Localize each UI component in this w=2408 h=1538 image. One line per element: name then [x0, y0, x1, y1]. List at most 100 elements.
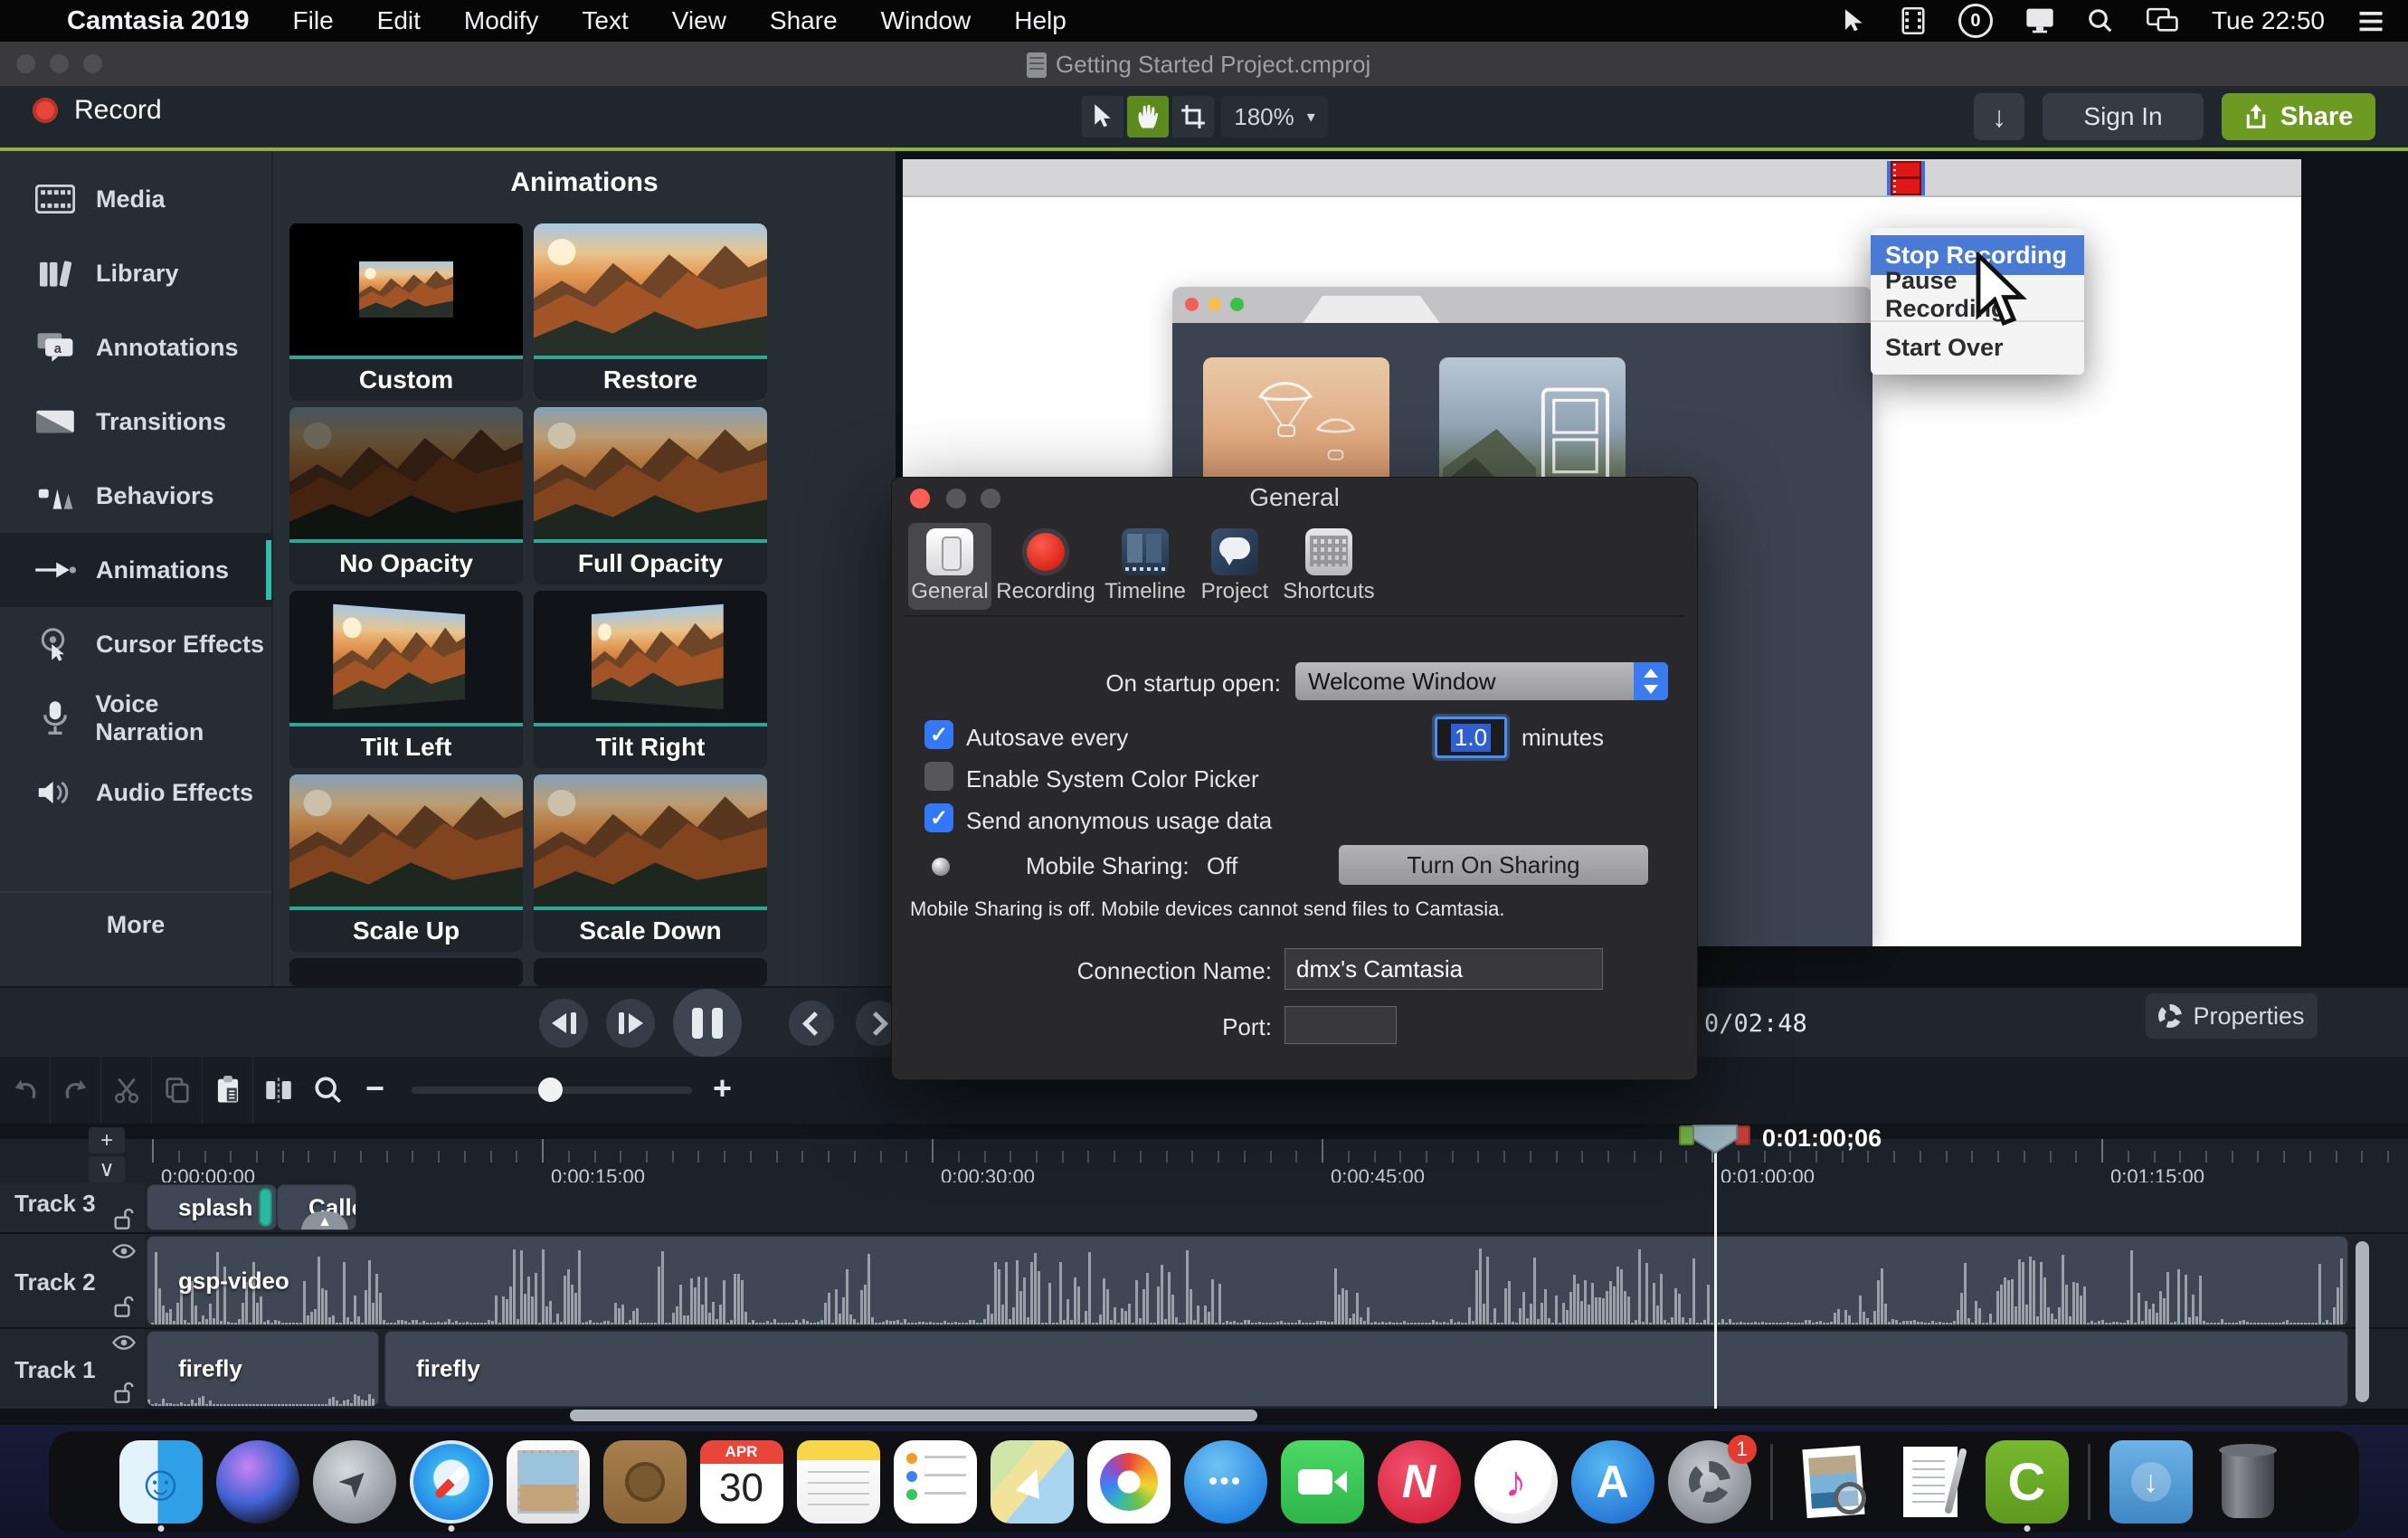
canvas-zoom-select[interactable]: 180% ▾ [1221, 96, 1328, 138]
dock-system-preferences-icon[interactable]: 1 [1668, 1440, 1751, 1524]
sidebar-item-transitions[interactable]: Transitions [0, 384, 271, 459]
one-password-status-icon[interactable]: 0 [1958, 4, 1993, 38]
vertical-scrollbar[interactable] [2356, 1241, 2369, 1402]
dialog-minimize-button[interactable] [946, 489, 966, 508]
menu-app-name[interactable]: Camtasia 2019 [67, 6, 250, 36]
clip-firefly-1[interactable]: firefly [147, 1331, 379, 1407]
sign-in-button[interactable]: Sign In [2043, 93, 2204, 140]
sidebar-more-button[interactable]: More [0, 891, 271, 956]
clip-marker[interactable] [259, 1188, 272, 1227]
color-picker-checkbox[interactable] [924, 762, 953, 791]
dock-messages-icon[interactable]: ••• [1184, 1440, 1267, 1524]
menu-view[interactable]: View [672, 6, 726, 35]
undo-button[interactable] [0, 1057, 51, 1124]
sidebar-item-media[interactable]: Media [0, 162, 271, 236]
menu-clock[interactable]: Tue 22:50 [2212, 6, 2325, 35]
animation-tile-no-opacity[interactable]: No Opacity [289, 407, 523, 584]
dock-calendar-icon[interactable]: APR 30 [700, 1440, 783, 1524]
airplay-displays-icon[interactable] [2147, 7, 2179, 34]
menu-window[interactable]: Window [881, 6, 972, 35]
recorder-cursor-status-icon[interactable] [1841, 7, 1868, 34]
slider-knob[interactable] [538, 1078, 563, 1102]
horizontal-scrollbar[interactable] [570, 1410, 1257, 1421]
turn-on-sharing-button[interactable]: Turn On Sharing [1339, 845, 1648, 885]
dock-trash-icon[interactable] [2206, 1440, 2289, 1524]
dock-downloads-icon[interactable]: ↓ [2109, 1440, 2193, 1524]
pause-button[interactable] [673, 989, 742, 1058]
jump-back-button[interactable] [789, 1001, 834, 1046]
dock-textedit-icon[interactable] [1889, 1440, 1972, 1524]
recorder-menubar-icon[interactable] [1887, 161, 1925, 195]
dock-siri-icon[interactable] [216, 1440, 299, 1524]
menu-text[interactable]: Text [582, 6, 628, 35]
menu-modify[interactable]: Modify [464, 6, 538, 35]
menu-help[interactable]: Help [1014, 6, 1067, 35]
playhead-grip[interactable] [1692, 1125, 1738, 1154]
display-status-icon[interactable] [2025, 7, 2054, 34]
tab-general[interactable]: General [908, 523, 991, 610]
lock-open-icon[interactable] [114, 1208, 134, 1229]
timeline-ruler[interactable]: 0:00:00;00 0:00:15;00 0:00:30;00 0:00:45… [0, 1124, 2408, 1182]
pointer-tool-button[interactable] [1082, 96, 1123, 138]
dock-maps-icon[interactable] [991, 1440, 1074, 1524]
timeline-zoom-slider[interactable] [412, 1087, 692, 1094]
animation-tile-custom[interactable]: Custom [289, 223, 523, 401]
spotlight-search-icon[interactable] [2087, 7, 2114, 34]
track-2-header[interactable]: Track 2 [0, 1234, 145, 1327]
menu-item-start-over[interactable]: Start Over [1871, 328, 2084, 367]
zoom-in-button[interactable]: + [713, 1069, 732, 1107]
playhead-line[interactable] [1714, 1142, 1717, 1409]
startup-open-select[interactable]: Welcome Window [1295, 662, 1668, 700]
track-3-header[interactable]: Track 3 [0, 1182, 145, 1232]
tab-project[interactable]: Project [1194, 523, 1275, 610]
record-button[interactable]: Record [33, 95, 162, 126]
redo-button[interactable] [51, 1057, 101, 1124]
track-1-header[interactable]: Track 1 [0, 1329, 145, 1409]
filmstrip-status-icon[interactable] [1901, 7, 1926, 34]
window-zoom-button[interactable] [83, 54, 102, 73]
dock-preview-icon[interactable] [1792, 1440, 1875, 1524]
dock-mail-icon[interactable] [507, 1440, 590, 1524]
animation-tile-partial[interactable] [534, 958, 767, 986]
animation-tile-tilt-left[interactable]: Tilt Left [289, 591, 523, 768]
menu-share[interactable]: Share [770, 6, 838, 35]
dock-reminders-icon[interactable] [894, 1440, 977, 1524]
tab-timeline[interactable]: Timeline [1100, 523, 1190, 610]
dock-launchpad-icon[interactable]: ➤ [313, 1440, 396, 1524]
autosave-minutes-field[interactable]: 1.0 [1435, 717, 1507, 758]
next-frame-button[interactable] [606, 999, 655, 1048]
lock-open-icon[interactable] [114, 1296, 134, 1317]
menu-file[interactable]: File [293, 6, 334, 35]
copy-button[interactable] [152, 1057, 203, 1124]
sidebar-item-cursor-effects[interactable]: Cursor Effects [0, 607, 271, 681]
collapse-tracks-button[interactable]: ∨ [89, 1156, 125, 1182]
add-track-button[interactable]: + [89, 1127, 125, 1154]
dock-photos-icon[interactable] [1087, 1440, 1171, 1524]
dock-camtasia-icon[interactable]: C [1986, 1440, 2069, 1524]
sidebar-item-annotations[interactable]: a Annotations [0, 310, 271, 384]
window-minimize-button[interactable] [50, 54, 69, 73]
lock-open-icon[interactable] [114, 1381, 134, 1403]
notification-center-icon[interactable] [2357, 9, 2384, 33]
dialog-zoom-button[interactable] [981, 489, 1000, 508]
cut-button[interactable] [101, 1057, 152, 1124]
download-media-button[interactable]: ↓ [1974, 93, 2024, 140]
pan-tool-button[interactable] [1127, 96, 1169, 138]
clip-firefly-2[interactable]: firefly [384, 1331, 2348, 1407]
dock-notes-icon[interactable] [797, 1440, 880, 1524]
animation-tile-scale-up[interactable]: Scale Up [289, 774, 523, 952]
dock-facetime-icon[interactable] [1281, 1440, 1364, 1524]
previous-frame-button[interactable] [539, 999, 588, 1048]
animation-tile-restore[interactable]: Restore [534, 223, 767, 401]
dialog-close-button[interactable] [910, 489, 930, 508]
crop-tool-button[interactable] [1172, 96, 1214, 138]
paste-button[interactable] [203, 1057, 253, 1124]
dock-news-icon[interactable]: N [1378, 1440, 1461, 1524]
dock-app-store-icon[interactable]: A [1571, 1440, 1654, 1524]
properties-button[interactable]: Properties [2146, 993, 2318, 1039]
usage-data-checkbox[interactable] [924, 803, 953, 832]
sidebar-item-behaviors[interactable]: Behaviors [0, 459, 271, 533]
connection-name-field[interactable]: dmx's Camtasia [1285, 948, 1603, 990]
animation-tile-tilt-right[interactable]: Tilt Right [534, 591, 767, 768]
clip-gsp-video[interactable]: gsp-video [147, 1236, 2348, 1325]
